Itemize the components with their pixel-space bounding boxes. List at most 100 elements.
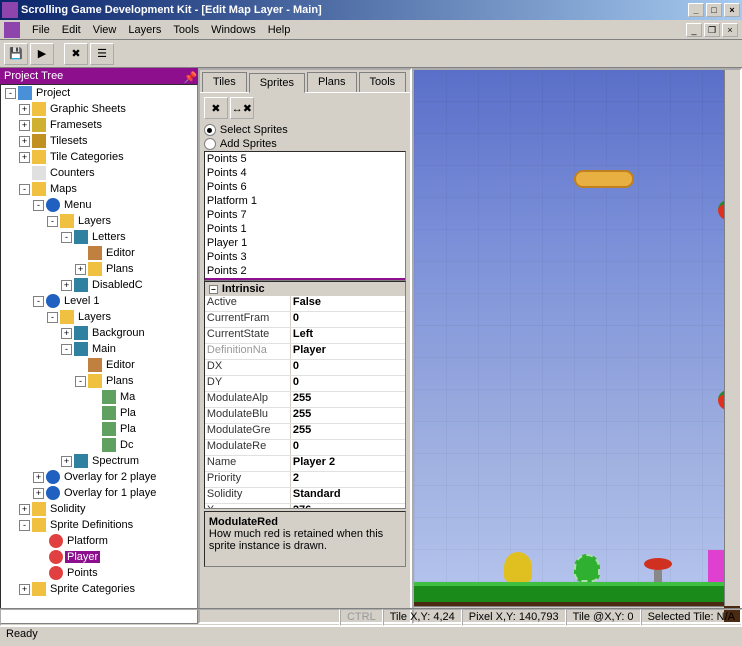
minimize-button[interactable]: _ bbox=[688, 3, 704, 17]
expand-icon[interactable]: + bbox=[61, 456, 72, 467]
property-row[interactable]: DY0 bbox=[205, 376, 405, 392]
sprite-player1[interactable] bbox=[504, 552, 532, 582]
property-value[interactable]: Left bbox=[291, 328, 405, 343]
tree-node[interactable]: Platform bbox=[1, 533, 197, 549]
list-item[interactable]: Points 4 bbox=[205, 166, 405, 180]
menu-edit[interactable]: Edit bbox=[56, 22, 87, 38]
expand-icon[interactable]: - bbox=[47, 216, 58, 227]
add-sprites-radio[interactable]: Add Sprites bbox=[204, 137, 406, 151]
expand-icon[interactable]: + bbox=[33, 488, 44, 499]
list-item[interactable]: Points 6 bbox=[205, 180, 405, 194]
app-menu-icon[interactable] bbox=[4, 22, 20, 38]
tree-node[interactable]: -Project bbox=[1, 85, 197, 101]
save-button[interactable]: 💾 bbox=[4, 43, 28, 65]
sprite-player2-selected[interactable] bbox=[574, 554, 600, 582]
property-row[interactable]: NamePlayer 2 bbox=[205, 456, 405, 472]
tab-sprites[interactable]: Sprites bbox=[249, 73, 305, 93]
tree-node[interactable]: +Overlay for 1 playe bbox=[1, 485, 197, 501]
property-row[interactable]: CurrentStateLeft bbox=[205, 328, 405, 344]
sprite-bread[interactable] bbox=[574, 170, 634, 188]
tree-node[interactable]: Editor bbox=[1, 357, 197, 373]
tree-node[interactable]: -Level 1 bbox=[1, 293, 197, 309]
menu-view[interactable]: View bbox=[87, 22, 123, 38]
expand-icon[interactable]: + bbox=[61, 328, 72, 339]
tree-node[interactable]: -Sprite Definitions bbox=[1, 517, 197, 533]
tree-node[interactable]: +Graphic Sheets bbox=[1, 101, 197, 117]
project-tree[interactable]: -Project+Graphic Sheets+Framesets+Tilese… bbox=[0, 84, 198, 624]
tree-node[interactable]: Player bbox=[1, 549, 197, 565]
tree-node[interactable]: -Layers bbox=[1, 213, 197, 229]
property-value[interactable]: 0 bbox=[291, 312, 405, 327]
property-row[interactable]: ModulateBlu255 bbox=[205, 408, 405, 424]
list-item[interactable]: Player 1 bbox=[205, 236, 405, 250]
property-row[interactable]: ModulateAlp255 bbox=[205, 392, 405, 408]
tree-node[interactable]: Points bbox=[1, 565, 197, 581]
tree-node[interactable]: +Framesets bbox=[1, 117, 197, 133]
expand-icon[interactable]: - bbox=[33, 200, 44, 211]
tree-node[interactable]: +Backgroun bbox=[1, 325, 197, 341]
expand-icon[interactable]: - bbox=[61, 344, 72, 355]
list-item[interactable]: Points 7 bbox=[205, 208, 405, 222]
map-canvas[interactable] bbox=[412, 68, 742, 624]
select-sprites-radio[interactable]: Select Sprites bbox=[204, 123, 406, 137]
mdi-restore-button[interactable]: ❐ bbox=[704, 23, 720, 37]
property-row[interactable]: ModulateRe0 bbox=[205, 440, 405, 456]
property-value[interactable]: Player 2 bbox=[291, 456, 405, 471]
list-item[interactable]: Points 1 bbox=[205, 222, 405, 236]
expand-icon[interactable]: + bbox=[19, 120, 30, 131]
vertical-scrollbar[interactable] bbox=[724, 70, 740, 606]
property-row[interactable]: ActiveFalse bbox=[205, 296, 405, 312]
property-value[interactable]: 2 bbox=[291, 472, 405, 487]
menu-windows[interactable]: Windows bbox=[205, 22, 262, 38]
sprite-bumper[interactable] bbox=[644, 558, 672, 582]
menu-layers[interactable]: Layers bbox=[122, 22, 167, 38]
tree-node[interactable]: Ma bbox=[1, 389, 197, 405]
expand-icon[interactable]: + bbox=[19, 504, 30, 515]
property-value[interactable]: 255 bbox=[291, 424, 405, 439]
tree-node[interactable]: -Layers bbox=[1, 309, 197, 325]
tree-node[interactable]: +Sprite Categories bbox=[1, 581, 197, 597]
property-row[interactable]: CurrentFram0 bbox=[205, 312, 405, 328]
tree-node[interactable]: Editor bbox=[1, 245, 197, 261]
properties-button[interactable]: ☰ bbox=[90, 43, 114, 65]
delete-button[interactable]: ✖ bbox=[64, 43, 88, 65]
property-row[interactable]: DX0 bbox=[205, 360, 405, 376]
maximize-button[interactable]: □ bbox=[706, 3, 722, 17]
list-item[interactable]: Points 3 bbox=[205, 250, 405, 264]
expand-icon[interactable]: + bbox=[33, 472, 44, 483]
delete-sprite-button[interactable]: ✖ bbox=[204, 97, 228, 119]
tree-node[interactable]: +Tilesets bbox=[1, 133, 197, 149]
expand-icon[interactable]: - bbox=[33, 296, 44, 307]
expand-icon[interactable]: - bbox=[19, 520, 30, 531]
tree-node[interactable]: Dc bbox=[1, 437, 197, 453]
tree-node[interactable]: +DisabledC bbox=[1, 277, 197, 293]
close-button[interactable]: × bbox=[724, 3, 740, 17]
expand-icon[interactable]: + bbox=[75, 264, 86, 275]
property-value[interactable]: Standard bbox=[291, 488, 405, 503]
property-row[interactable]: X276 bbox=[205, 504, 405, 509]
expand-icon[interactable]: - bbox=[5, 88, 16, 99]
run-button[interactable]: ▶ bbox=[30, 43, 54, 65]
list-item[interactable]: Points 2 bbox=[205, 264, 405, 278]
property-value[interactable]: False bbox=[291, 296, 405, 311]
tree-node[interactable]: -Menu bbox=[1, 197, 197, 213]
tab-tools[interactable]: Tools bbox=[359, 72, 407, 92]
menu-file[interactable]: File bbox=[26, 22, 56, 38]
tree-node[interactable]: +Tile Categories bbox=[1, 149, 197, 165]
tab-tiles[interactable]: Tiles bbox=[202, 72, 247, 92]
property-row[interactable]: DefinitionNaPlayer bbox=[205, 344, 405, 360]
tree-node[interactable]: +Plans bbox=[1, 261, 197, 277]
tree-node[interactable]: -Letters bbox=[1, 229, 197, 245]
expand-icon[interactable]: + bbox=[61, 280, 72, 291]
property-row[interactable]: SolidityStandard bbox=[205, 488, 405, 504]
property-value[interactable]: 255 bbox=[291, 392, 405, 407]
mdi-minimize-button[interactable]: _ bbox=[686, 23, 702, 37]
tree-node[interactable]: -Main bbox=[1, 341, 197, 357]
list-item[interactable]: Points 5 bbox=[205, 152, 405, 166]
property-row[interactable]: Priority2 bbox=[205, 472, 405, 488]
expand-icon[interactable]: - bbox=[19, 184, 30, 195]
property-value[interactable]: 276 bbox=[291, 504, 405, 509]
property-value[interactable]: 255 bbox=[291, 408, 405, 423]
mdi-close-button[interactable]: × bbox=[722, 23, 738, 37]
tab-plans[interactable]: Plans bbox=[307, 72, 357, 92]
